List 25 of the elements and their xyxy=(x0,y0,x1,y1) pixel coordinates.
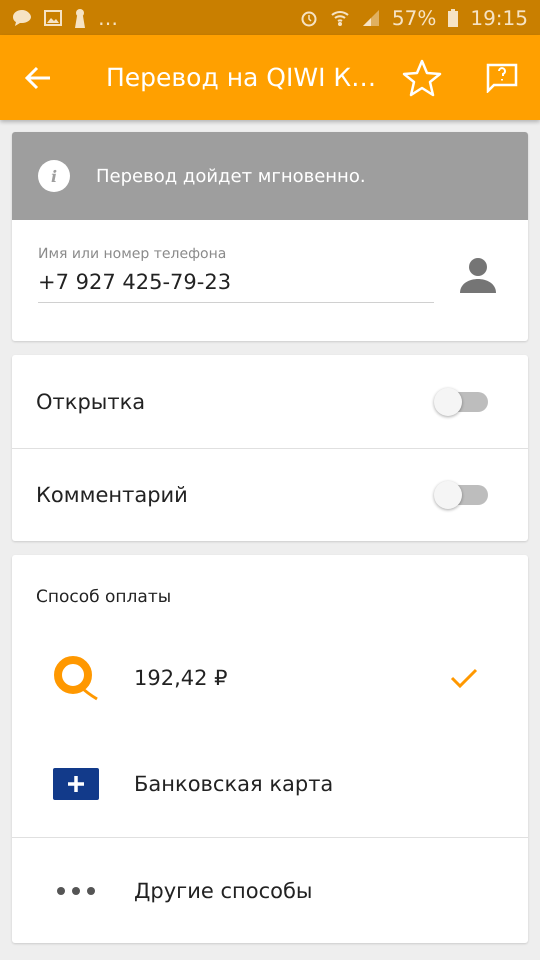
option-label: Комментарий xyxy=(36,483,188,507)
payment-method[interactable]: 192,42 ₽ xyxy=(12,625,528,731)
payment-method[interactable]: Другие способы xyxy=(12,837,528,943)
signal-icon xyxy=(362,8,380,26)
wifi-icon xyxy=(330,8,350,26)
info-text: Перевод дойдет мгновенно. xyxy=(96,166,366,186)
image-icon xyxy=(44,10,62,26)
field-label: Имя или номер телефона xyxy=(38,246,228,262)
section-title: Способ оплаты xyxy=(35,586,172,609)
screen-title: Перевод на QIWI К… xyxy=(106,63,378,92)
message-icon xyxy=(12,8,32,26)
more-dots-icon xyxy=(56,886,96,896)
phone-field[interactable]: +7 927 425-79-23 xyxy=(38,268,434,303)
payment-method[interactable]: Банковская карта xyxy=(12,731,528,837)
battery-icon xyxy=(448,8,458,26)
battery-percent: 57% xyxy=(392,6,436,30)
qiwi-logo-icon xyxy=(53,655,99,701)
clock-time: 19:15 xyxy=(470,6,528,30)
info-icon: i xyxy=(38,160,70,192)
check-icon xyxy=(450,668,478,688)
alarm-icon xyxy=(300,8,318,26)
plus-card-icon xyxy=(53,768,99,800)
keyhole-icon xyxy=(74,8,86,28)
more-notifications: … xyxy=(98,6,118,30)
option-label: Открытка xyxy=(36,390,146,414)
